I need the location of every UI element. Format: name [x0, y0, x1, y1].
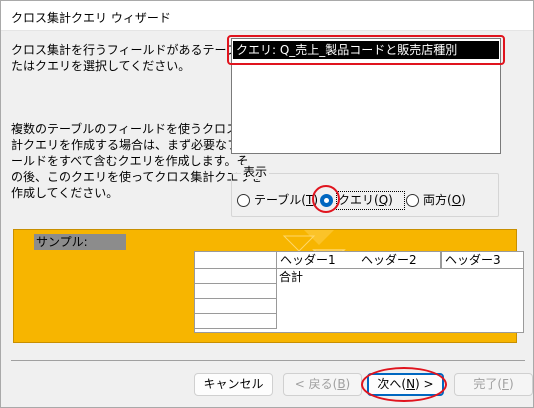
radio-tables[interactable] — [237, 194, 250, 207]
radio-both-label[interactable]: 両方(O) — [423, 192, 466, 208]
note-line: 計クエリを作成する場合は、まず必要なフィ — [11, 138, 251, 152]
sample-label: サンプル: — [34, 234, 126, 250]
finish-button[interactable]: 完了(F) — [454, 373, 533, 396]
radio-both[interactable] — [406, 194, 419, 207]
annotation-highlight-circle — [312, 185, 340, 213]
sample-grid: ヘッダー1 ヘッダー2 ヘッダー3 合計 — [194, 251, 524, 333]
note-line: の後、このクエリを使ってクロス集計クエリを — [11, 170, 263, 184]
grid-column-header: ヘッダー1 — [277, 252, 358, 269]
annotation-highlight-ellipse — [361, 367, 447, 402]
radio-tables-label[interactable]: テーブル(T) — [254, 192, 318, 208]
grid-column-header: ヘッダー3 — [440, 252, 524, 269]
grid-row-header — [195, 314, 277, 329]
title-bar: クロス集計クエリ ウィザード — [1, 1, 533, 31]
view-group-label: 表示 — [241, 165, 270, 179]
instruction-text: クロス集計を行うフィールドがあるテーブルま たはクエリを選択してください。 — [11, 42, 262, 74]
note-line: 作成してください。 — [11, 186, 119, 200]
footer-separator — [11, 360, 525, 361]
note-line: 複数のテーブルのフィールドを使うクロス集 — [11, 122, 251, 136]
crosstab-wizard-window: クロス集計クエリ ウィザード クロス集計を行うフィールドがあるテーブルま たはク… — [0, 0, 534, 408]
sample-preview: サンプル: ヘッダー1 ヘッダー2 ヘッダー3 合計 — [13, 229, 524, 343]
instruction-line: クロス集計を行うフィールドがあるテーブルま — [11, 43, 262, 57]
grid-row-header — [195, 269, 277, 284]
grid-row-header — [195, 299, 277, 314]
window-title: クロス集計クエリ ウィザード — [11, 11, 171, 25]
cancel-button[interactable]: キャンセル — [194, 373, 273, 396]
note-line: ールドをすべて含むクエリを作成します。そ — [11, 154, 249, 168]
grid-total-label: 合計 — [279, 270, 304, 284]
instruction-line: たはクエリを選択してください。 — [11, 59, 191, 73]
grid-corner-cell — [195, 252, 277, 269]
radio-queries-label[interactable]: クエリ(Q) — [338, 192, 393, 208]
grid-row-header — [195, 284, 277, 299]
back-button[interactable]: < 戻る(B) — [283, 373, 362, 396]
annotation-highlight-box — [227, 35, 505, 65]
note-text: 複数のテーブルのフィールドを使うクロス集 計クエリを作成する場合は、まず必要なフ… — [11, 121, 262, 201]
grid-column-header: ヘッダー2 — [358, 252, 440, 269]
